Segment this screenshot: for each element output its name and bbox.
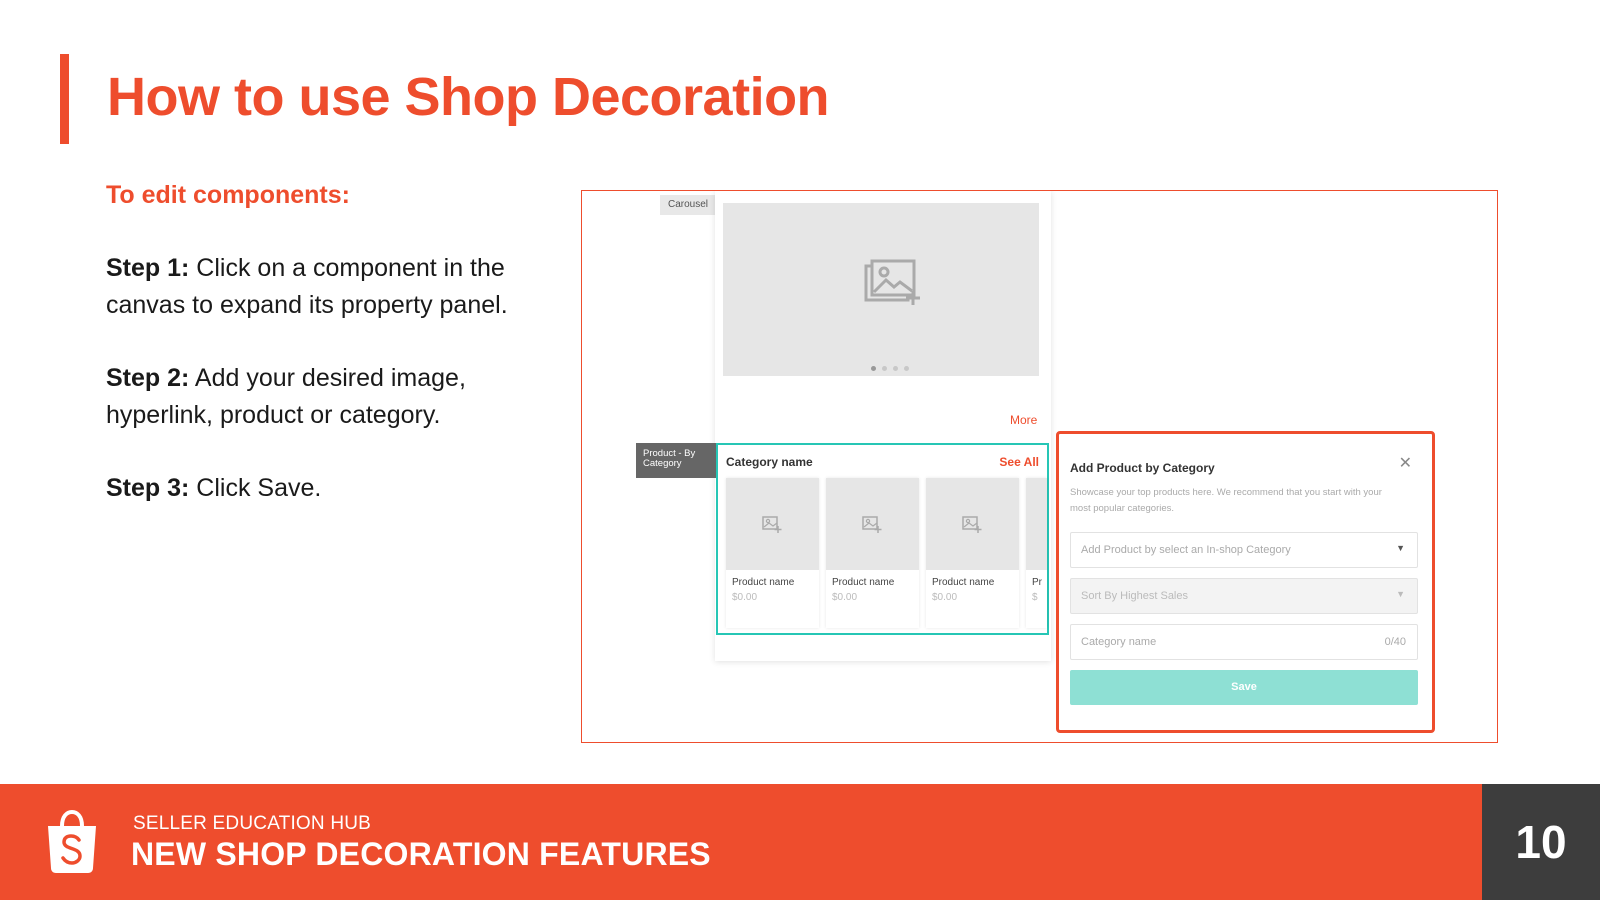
- more-link[interactable]: More: [1010, 413, 1037, 427]
- product-card[interactable]: Product name $0.00: [826, 478, 919, 628]
- image-placeholder-icon: [864, 259, 920, 305]
- steps-list: Step 1: Click on a component in the canv…: [106, 250, 526, 543]
- see-all-link[interactable]: See All: [999, 455, 1039, 469]
- step-text: Click Save.: [189, 474, 322, 502]
- product-by-category-tag[interactable]: Product - By Category: [636, 443, 716, 478]
- sort-select-value: Sort By Highest Sales: [1081, 590, 1188, 602]
- image-placeholder-icon: [862, 516, 882, 533]
- step-2: Step 2: Add your desired image, hyperlin…: [106, 360, 526, 434]
- product-name: Product name: [732, 577, 795, 588]
- footer-bar: SELLER EDUCATION HUB NEW SHOP DECORATION…: [0, 784, 1482, 900]
- category-select[interactable]: Add Product by select an In-shop Categor…: [1070, 532, 1418, 568]
- caret-down-icon: ▼: [1396, 543, 1405, 553]
- step-label: Step 2:: [106, 364, 190, 392]
- carousel-component[interactable]: [723, 203, 1039, 376]
- product-image: [726, 478, 819, 570]
- product-card[interactable]: Product name $0.00: [726, 478, 819, 628]
- sort-select[interactable]: Sort By Highest Sales ▼: [1070, 578, 1418, 614]
- panel-title: Add Product by Category: [1070, 461, 1215, 475]
- page-number: 10: [1482, 784, 1600, 900]
- shopping-bag-icon: [48, 810, 96, 873]
- panel-description: Showcase your top products here. We reco…: [1070, 487, 1382, 514]
- category-name-input[interactable]: Category name 0/40: [1070, 624, 1418, 660]
- carousel-tag[interactable]: Carousel: [660, 195, 717, 215]
- close-icon[interactable]: ✕: [1399, 453, 1412, 473]
- product-price: $0.00: [832, 592, 858, 603]
- product-price: $0.00: [932, 592, 958, 603]
- step-label: Step 1:: [106, 254, 190, 282]
- character-counter: 0/40: [1384, 636, 1406, 648]
- carousel-dot[interactable]: [882, 366, 887, 371]
- category-name-placeholder: Category name: [1081, 636, 1157, 648]
- property-panel: Add Product by Category ✕ Showcase your …: [1056, 431, 1435, 733]
- section-subtitle: To edit components:: [106, 181, 350, 209]
- image-placeholder-icon: [962, 516, 982, 533]
- product-image: [1026, 478, 1047, 570]
- step-1: Step 1: Click on a component in the canv…: [106, 250, 526, 324]
- product-image: [926, 478, 1019, 570]
- slide-title: How to use Shop Decoration: [107, 67, 830, 127]
- editor-screenshot: Carousel More Product - By Category Cate…: [581, 190, 1498, 743]
- carousel-dot[interactable]: [893, 366, 898, 371]
- footer-hub: SELLER EDUCATION HUB: [133, 813, 372, 834]
- carousel-dots[interactable]: [871, 366, 909, 371]
- product-name: Pr: [1032, 577, 1042, 588]
- footer-title: NEW SHOP DECORATION FEATURES: [131, 836, 711, 872]
- product-card[interactable]: Pr $: [1026, 478, 1047, 628]
- caret-down-icon: ▼: [1396, 589, 1405, 599]
- product-price: $: [1032, 592, 1038, 603]
- save-button[interactable]: Save: [1070, 670, 1418, 705]
- step-label: Step 3:: [106, 474, 190, 502]
- product-card[interactable]: Product name $0.00: [926, 478, 1019, 628]
- product-name: Product name: [832, 577, 895, 588]
- product-name: Product name: [932, 577, 995, 588]
- category-select-placeholder: Add Product by select an In-shop Categor…: [1081, 544, 1291, 556]
- carousel-dot[interactable]: [904, 366, 909, 371]
- title-accent-bar: [60, 54, 69, 144]
- step-3: Step 3: Click Save.: [106, 470, 526, 507]
- product-by-category-component[interactable]: Category name See All Product name $0.00…: [716, 443, 1049, 635]
- category-title: Category name: [726, 455, 813, 469]
- carousel-dot[interactable]: [871, 366, 876, 371]
- product-image: [826, 478, 919, 570]
- product-price: $0.00: [732, 592, 758, 603]
- image-placeholder-icon: [762, 516, 782, 533]
